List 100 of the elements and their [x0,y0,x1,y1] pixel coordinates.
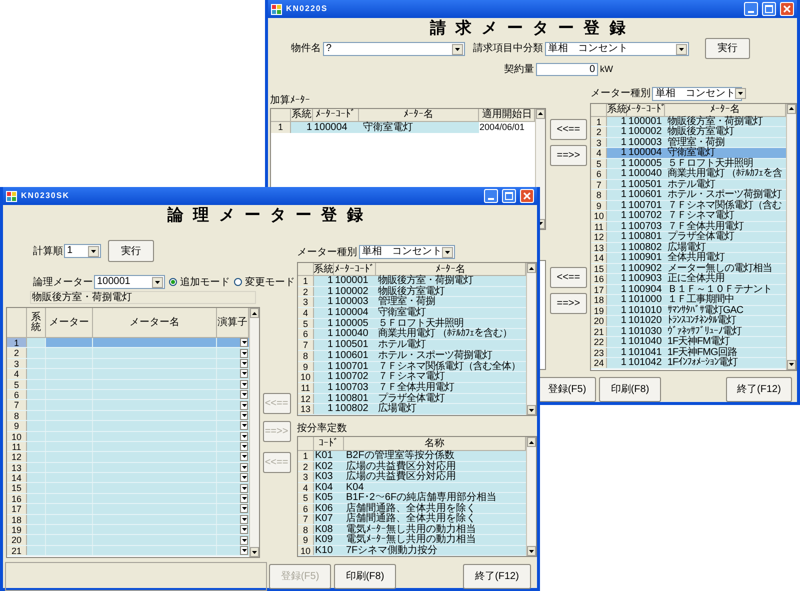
table-row[interactable]: 20 [7,535,249,546]
dropdown-button[interactable] [240,421,248,430]
table-row[interactable]: 11 [7,442,249,452]
dropdown[interactable]: 単相 コンセント [359,245,455,259]
table-row[interactable]: 1 [7,338,249,348]
table-row[interactable]: 10 [7,432,249,442]
dropdown-button[interactable] [240,504,248,514]
button[interactable]: 実行 [705,38,750,59]
dropdown-button[interactable] [240,525,248,534]
button[interactable]: 終了(F12) [463,564,531,589]
table-row[interactable]: 11 1 100703 ７Ｆ全体共用電灯 [298,382,526,394]
dropdown[interactable]: 1 [64,244,101,258]
dropdown[interactable]: ? [323,42,465,56]
table-row[interactable]: 2 [7,348,249,359]
table-row[interactable]: 1 K01 B2Fの管理室等按分係数 [298,451,526,462]
table-cell-text: 101020 [627,316,663,326]
table-row[interactable]: 10 1 100702 ７Ｆシネマ電灯 [298,372,526,383]
table-row[interactable]: 4 1 100004 守衛室電灯 [591,148,786,159]
close-button[interactable] [520,189,534,203]
scrollbar[interactable] [526,263,536,415]
dropdown[interactable]: 100001 [94,275,165,289]
table-row[interactable]: 6 [7,390,249,400]
dropdown-button[interactable] [240,338,248,348]
dropdown-button[interactable] [240,452,248,462]
column-header: メーター [46,308,93,337]
row-number: 6 [298,329,314,340]
dropdown-button[interactable] [240,546,248,555]
dropdown-button[interactable] [240,536,248,545]
table-row[interactable]: 16 1 100903 正に全体共用 [591,274,786,285]
scrollbar[interactable] [526,437,536,556]
table-row[interactable]: 8 1 100601 ホテル・スポーツ荷捌電灯 [298,350,526,362]
table-row[interactable]: 20 1 101020 ﾄﾗﾝｽｺﾝﾁﾈﾝﾀﾙ電灯 [591,316,786,327]
dropdown-button[interactable] [240,400,248,410]
dropdown-button[interactable] [240,473,248,482]
table-row[interactable]: 8 K08 電気ﾒｰﾀｰ無し共用の動力相当 [298,524,526,535]
table-row[interactable]: 18 [7,514,249,526]
table-row[interactable]: 7 [7,400,249,411]
table-row[interactable]: 1 1 100001 物販後方室・荷捌電灯 [298,276,526,287]
table-row[interactable]: 4 K04 K04 [298,482,526,493]
scrollbar[interactable] [249,308,259,557]
table-row[interactable]: 15 [7,483,249,494]
radio-button[interactable]: 追加モード [169,274,230,290]
table-row[interactable]: 21 [7,546,249,556]
button[interactable]: 登録(F5) [538,377,596,402]
table-row[interactable]: 13 [7,462,249,474]
table-row[interactable]: 7 K07 店舗間通路、全体共用を除く [298,514,526,524]
table-row[interactable]: 18 1 101000 １Ｆ工事期間中 [591,295,786,306]
button[interactable]: ==>> [550,292,587,314]
table-row[interactable]: 1 1 100004 守衛室電灯 2004/06/01 [271,122,536,133]
maximize-button[interactable] [762,2,776,16]
dropdown-button[interactable] [240,484,248,493]
maximize-button[interactable] [502,189,516,203]
table-row[interactable]: 16 [7,494,249,504]
table-row[interactable]: 5 K05 B1F･2～6Fの純店舗専用部分相当 [298,493,526,504]
minimize-button[interactable] [484,189,498,203]
minimize-button[interactable] [744,2,758,16]
dropdown[interactable]: 単相 コンセント [545,42,689,56]
table-row[interactable]: 2 1 100002 物販後方室電灯 [591,127,786,138]
table-row[interactable]: 6 1 100040 商業共用電灯 （ﾎﾃﾙｶﾌｪを含 [591,169,786,180]
table-row[interactable]: 9 [7,421,249,432]
radio-button[interactable]: 変更モード [234,274,295,290]
table-row[interactable]: 8 1 100601 ホテル・スポーツ荷捌電灯 [591,190,786,201]
table-row[interactable]: 4 [7,369,249,380]
button[interactable]: <<== [550,118,587,140]
table-row[interactable]: 17 [7,504,249,515]
table-row[interactable]: 13 1 100802 広場電灯 [298,404,526,415]
button[interactable]: <<== [550,266,587,288]
button[interactable]: 終了(F12) [726,377,792,402]
table-row[interactable]: 24 1 101042 1Fｲﾝﾌｫﾒｰｼｮﾝ電灯 [591,358,786,369]
button[interactable]: 印刷(F8) [334,564,396,589]
table-row[interactable]: 3 K03 広場の共益費区分対応用 [298,472,526,482]
button[interactable]: 印刷(F8) [599,377,661,402]
table-row[interactable]: 9 K09 電気ﾒｰﾀｰ無し共用の動力相当 [298,535,526,546]
table-row[interactable]: 10 1 100702 ７Ｆシネマ電灯 [591,211,786,222]
table-row[interactable]: 6 K06 店舗間通路、全体共用を除く [298,504,526,514]
dropdown-button[interactable] [240,442,248,452]
app-icon [271,4,282,14]
dropdown-button[interactable] [240,390,248,400]
dropdown-button[interactable] [240,369,248,378]
button[interactable]: ==>> [550,144,587,166]
table-row[interactable]: 4 1 100004 守衛室電灯 [298,308,526,319]
table-row[interactable]: 19 [7,525,249,536]
table-row[interactable]: 12 [7,452,249,463]
table-row[interactable]: 12 1 100801 プラザ全体電灯 [591,232,786,243]
table-row[interactable]: 22 1 101040 1F天神FM電灯 [591,337,786,348]
dropdown-button[interactable] [240,494,248,504]
table-cell-text: 1 [620,169,628,179]
scrollbar[interactable] [786,104,796,370]
table-row[interactable]: 14 [7,473,249,484]
table-row[interactable]: 5 [7,380,249,390]
close-button[interactable] [780,2,794,16]
table-row[interactable]: 3 [7,358,249,370]
table-row[interactable]: 8 [7,410,249,422]
table-row[interactable]: 14 1 100901 全体共用電灯 [591,253,786,264]
table-row[interactable]: 7 1 100501 ホテル電灯 [298,340,526,351]
table-row[interactable]: 10 K10 7Fシネマ側動力按分 [298,546,526,556]
button[interactable]: 実行 [108,240,154,262]
table-row[interactable]: 2 K02 広場の共益費区分対応用 [298,462,526,472]
dropdown-button[interactable] [240,348,248,358]
contract-field[interactable]: 0 [536,63,598,76]
